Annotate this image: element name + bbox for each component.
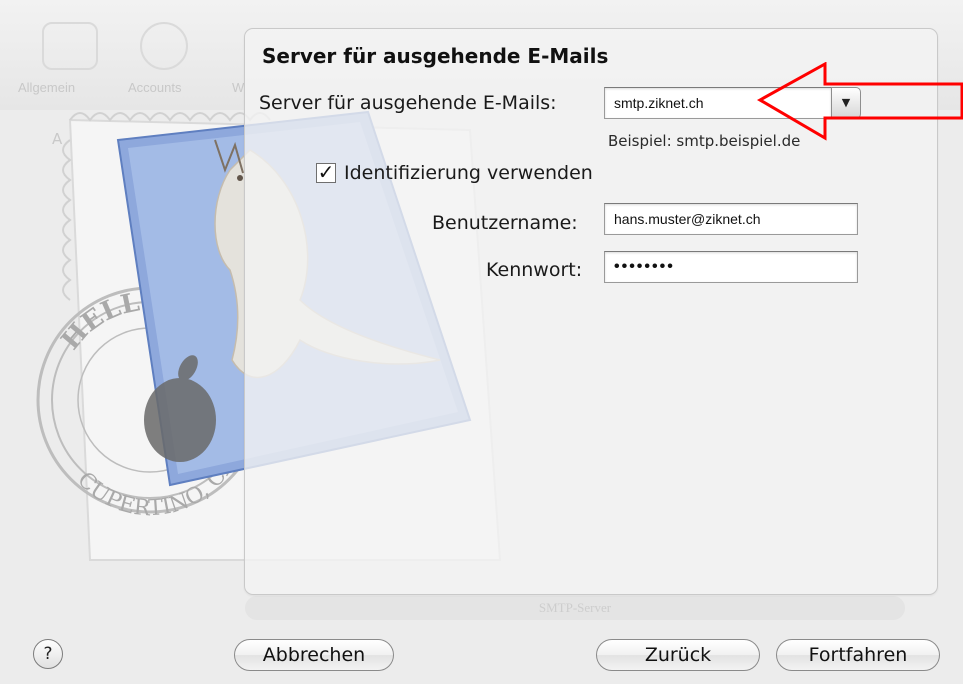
use-auth-checkbox[interactable]: ✓ <box>316 162 336 183</box>
continue-button[interactable]: Fortfahren <box>776 639 940 671</box>
username-input[interactable]: hans.muster@ziknet.ch <box>604 203 858 235</box>
server-label: Server für ausgehende E-Mails: <box>259 92 557 114</box>
background-smtp-popup: SMTP-Server <box>245 596 905 620</box>
use-auth-label[interactable]: Identifizierung verwenden <box>344 162 593 184</box>
password-label: Kennwort: <box>486 259 583 281</box>
cancel-button[interactable]: Abbrechen <box>234 639 394 671</box>
password-input[interactable]: •••••••• <box>604 251 858 283</box>
help-button[interactable]: ? <box>33 639 63 669</box>
page-title: Server für ausgehende E-Mails <box>262 44 609 68</box>
red-arrow-annotation <box>756 62 963 141</box>
back-button[interactable]: Zurück <box>596 639 760 671</box>
username-label: Benutzername: <box>432 212 578 234</box>
